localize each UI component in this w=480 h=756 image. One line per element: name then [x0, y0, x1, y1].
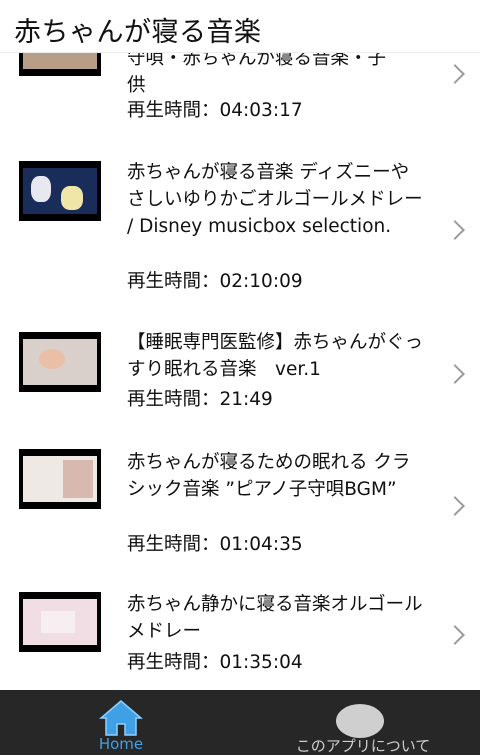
video-thumbnail	[19, 449, 101, 509]
tab-about-label: このアプリについて	[295, 737, 431, 755]
video-duration: 再生時間：02:10:09	[127, 271, 303, 292]
video-title: 赤ちゃんが寝る音楽 ディズニーやさしいゆりかごオルゴールメドレー / Disne…	[127, 162, 423, 237]
video-thumbnail	[19, 592, 101, 652]
video-title: 赤ちゃん静かに寝る音楽オルゴールメドレー	[127, 594, 423, 642]
video-duration: 再生時間：01:04:35	[127, 534, 303, 555]
chevron-right-icon	[445, 496, 465, 516]
video-thumbnail	[19, 332, 101, 392]
video-duration: 再生時間：01:35:04	[127, 652, 303, 673]
chevron-right-icon	[445, 220, 465, 240]
chevron-right-icon	[445, 625, 465, 645]
video-title: 守唄・赤ちゃんが寝る音楽・子 供	[127, 48, 387, 96]
video-duration: 再生時間：04:03:17	[127, 100, 303, 121]
video-title: 【睡眠専門医監修】赤ちゃんがぐっすり眠れる音楽 ver.1	[127, 332, 424, 380]
chevron-right-icon	[445, 364, 465, 384]
video-duration: 再生時間：21:49	[127, 389, 273, 410]
page-title: 赤ちゃんが寝る音楽	[14, 17, 262, 48]
tab-home[interactable]: Home	[86, 698, 156, 753]
info-icon	[336, 704, 384, 738]
list-item[interactable]: 赤ちゃん静かに寝る音楽オルゴールメドレー 再生時間：01:35:04	[0, 574, 480, 690]
tab-home-label: Home	[98, 735, 144, 753]
list-item[interactable]: 赤ちゃんが寝る音楽 ディズニーやさしいゆりかごオルゴールメドレー / Disne…	[0, 137, 480, 312]
list-item[interactable]: 【睡眠専門医監修】赤ちゃんがぐっすり眠れる音楽 ver.1 再生時間：21:49	[0, 311, 480, 430]
home-icon	[99, 700, 143, 736]
list-item[interactable]: 赤ちゃんが寝るための眠れる クラシック音楽 ”ピアノ子守唄BGM” 再生時間：0…	[0, 429, 480, 575]
bottom-tab-bar: Home このアプリについて	[0, 690, 480, 755]
video-title: 赤ちゃんが寝るための眠れる クラシック音楽 ”ピアノ子守唄BGM”	[127, 452, 411, 500]
video-list: 守唄・赤ちゃんが寝る音楽・子 供 再生時間：04:03:17 赤ちゃんが寝る音楽…	[0, 0, 480, 690]
tab-about[interactable]: このアプリについて	[278, 698, 448, 755]
video-thumbnail	[19, 161, 101, 221]
app-header: 赤ちゃんが寝る音楽	[0, 0, 480, 53]
chevron-right-icon	[445, 64, 465, 84]
